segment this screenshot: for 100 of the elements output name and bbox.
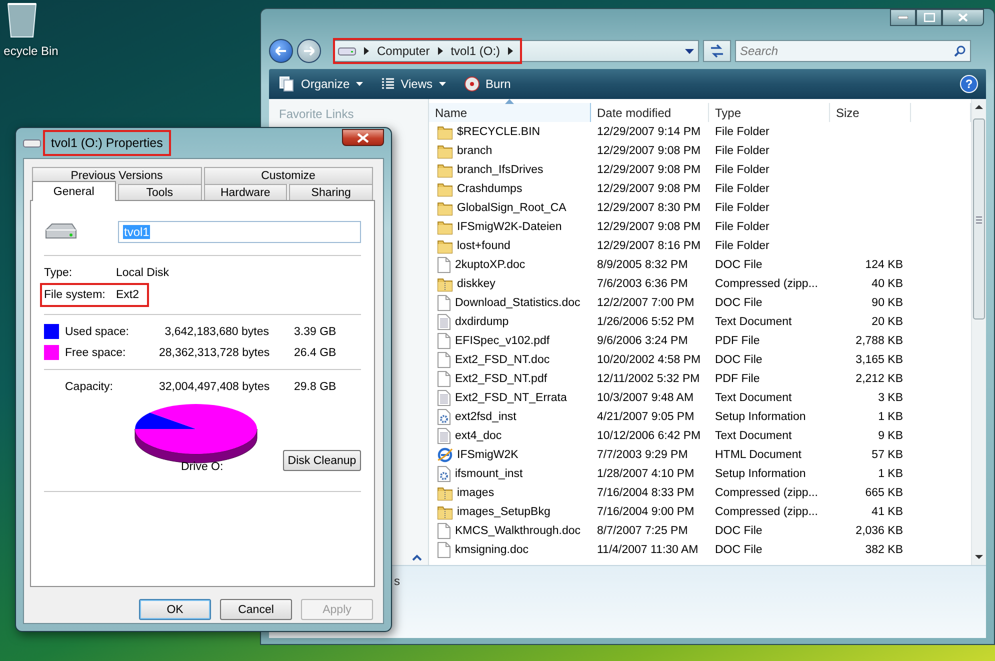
chevron-icon[interactable] bbox=[508, 47, 514, 55]
table-cell-text: 12/29/2007 9:08 PM bbox=[596, 164, 702, 176]
folders-label[interactable]: s bbox=[394, 574, 400, 588]
nav-heading: Favorite Links bbox=[279, 107, 355, 121]
file-name[interactable]: diskkey bbox=[457, 278, 496, 290]
close-button[interactable] bbox=[342, 129, 384, 146]
file-name[interactable]: KMCS_Walkthrough.doc bbox=[455, 524, 580, 536]
table-cell-text: 12/29/2007 9:08 PM bbox=[596, 144, 702, 156]
table-cell-text: 40 KB bbox=[870, 278, 904, 290]
minimize-button[interactable] bbox=[890, 9, 916, 26]
refresh-icon bbox=[709, 44, 725, 58]
table-cell-text: Setup Information bbox=[714, 410, 807, 422]
dropdown-arrow-icon[interactable] bbox=[685, 48, 694, 54]
table-cell-text: 57 KB bbox=[870, 448, 904, 460]
table-cell-text: File Folder bbox=[714, 220, 770, 232]
file-name[interactable]: ext4_doc bbox=[455, 430, 502, 442]
file-name[interactable]: images bbox=[457, 486, 494, 498]
file-name[interactable]: Ext2_FSD_NT_Errata bbox=[455, 392, 567, 404]
file-name[interactable]: ifsmount_inst bbox=[455, 468, 523, 480]
file-name[interactable]: dxdirdump bbox=[455, 316, 509, 328]
field-value: 29.8 GB bbox=[294, 380, 336, 392]
breadcrumb[interactable]: tvol1 (O:) bbox=[450, 44, 500, 58]
table-cell-text: 3,165 KB bbox=[854, 354, 904, 366]
table-cell-text: 12/29/2007 8:16 PM bbox=[596, 240, 702, 252]
table-cell-text: File Folder bbox=[714, 126, 770, 138]
field-value: Local Disk bbox=[116, 267, 170, 279]
table-cell-text: Text Document bbox=[714, 392, 793, 404]
close-button[interactable] bbox=[942, 9, 984, 26]
folder-icon bbox=[437, 142, 453, 158]
table-cell-text: 9/6/2006 3:24 PM bbox=[596, 334, 689, 346]
text-file-icon bbox=[437, 390, 451, 406]
back-button[interactable] bbox=[269, 39, 293, 63]
tab[interactable]: Customize bbox=[204, 167, 373, 184]
table-cell-text: DOC File bbox=[714, 354, 764, 366]
tab[interactable]: Hardware bbox=[204, 184, 288, 201]
file-name[interactable]: Crashdumps bbox=[457, 182, 522, 194]
maximize-button[interactable] bbox=[916, 9, 942, 26]
chevron-up-icon[interactable] bbox=[412, 554, 422, 561]
tab[interactable]: General bbox=[32, 181, 116, 201]
file-name[interactable]: GlobalSign_Root_CA bbox=[457, 202, 566, 214]
toolbar-button[interactable]: Burn bbox=[462, 74, 513, 94]
field-value: 3,642,183,680 bytes bbox=[164, 326, 269, 338]
folder-icon bbox=[437, 180, 453, 196]
table-cell-text: 10/12/2006 6:42 PM bbox=[596, 430, 702, 442]
disk-cleanup-button[interactable]: Disk Cleanup bbox=[283, 450, 361, 471]
dialog-button[interactable]: OK bbox=[139, 599, 211, 620]
file-name[interactable]: branch bbox=[457, 144, 492, 156]
chevron-icon[interactable] bbox=[438, 47, 443, 55]
address-bar[interactable]: Computer tvol1 (O:) bbox=[333, 40, 699, 62]
field-label: Capacity: bbox=[65, 380, 114, 392]
column-header[interactable]: Type bbox=[709, 103, 830, 122]
toolbar-button[interactable]: Views bbox=[378, 75, 448, 93]
table-cell-text: 12/11/2002 5:32 PM bbox=[596, 372, 701, 384]
column-header[interactable]: Date modified bbox=[591, 103, 709, 122]
close-icon bbox=[958, 13, 968, 22]
desktop-icon-label[interactable]: ecycle Bin bbox=[4, 44, 58, 58]
forward-button[interactable] bbox=[297, 39, 321, 63]
toolbar-button[interactable]: Organize bbox=[277, 74, 365, 94]
scrollbar[interactable] bbox=[971, 99, 986, 565]
field-label: Used space: bbox=[65, 326, 130, 338]
file-name[interactable]: IFSmigW2K bbox=[457, 448, 518, 460]
chevron-icon[interactable] bbox=[364, 47, 369, 55]
file-icon bbox=[437, 370, 451, 386]
file-name[interactable]: IFSmigW2K-Dateien bbox=[457, 220, 562, 232]
folder-icon bbox=[437, 124, 453, 140]
file-name[interactable]: kmsigning.doc bbox=[455, 544, 529, 556]
field-value: 32,004,497,408 bytes bbox=[159, 380, 269, 392]
forward-arrow-icon bbox=[303, 46, 315, 56]
help-button[interactable]: ? bbox=[960, 75, 978, 93]
table-cell-text: 10/3/2007 9:48 AM bbox=[596, 392, 695, 404]
file-name[interactable]: $RECYCLE.BIN bbox=[457, 126, 540, 138]
file-name[interactable]: 2kuptoXP.doc bbox=[455, 258, 526, 270]
search-field[interactable]: Search bbox=[735, 40, 971, 62]
file-name[interactable]: lost+found bbox=[457, 240, 510, 252]
file-name[interactable]: EFISpec_v102.pdf bbox=[455, 334, 550, 346]
dialog-button[interactable]: Cancel bbox=[220, 599, 292, 620]
file-name[interactable]: ext2fsd_inst bbox=[455, 410, 516, 422]
file-name[interactable]: Ext2_FSD_NT.doc bbox=[455, 354, 550, 366]
file-name[interactable]: Ext2_FSD_NT.pdf bbox=[455, 372, 548, 384]
drive-icon bbox=[23, 138, 41, 148]
file-name[interactable]: images_SetupBkg bbox=[457, 506, 550, 518]
table-cell-text: 12/29/2007 9:08 PM bbox=[596, 220, 702, 232]
maximize-icon bbox=[924, 13, 934, 22]
table-cell-text: File Folder bbox=[714, 144, 770, 156]
table-cell-text: 10/20/2002 4:58 PM bbox=[596, 354, 702, 366]
tab[interactable]: Sharing bbox=[289, 184, 373, 201]
zipped-folder-icon bbox=[437, 276, 453, 292]
drive-icon bbox=[338, 46, 356, 56]
settings-file-icon bbox=[437, 408, 451, 424]
field-value: 28,362,313,728 bytes bbox=[159, 346, 269, 358]
search-icon[interactable] bbox=[954, 45, 966, 57]
file-name[interactable]: Download_Statistics.doc bbox=[455, 296, 580, 308]
tab[interactable]: Tools bbox=[118, 184, 202, 201]
file-name[interactable]: branch_IfsDrives bbox=[457, 164, 544, 176]
breadcrumb[interactable]: Computer bbox=[377, 44, 430, 58]
refresh-button[interactable] bbox=[703, 40, 731, 62]
table-cell-text: PDF File bbox=[714, 334, 761, 346]
tab[interactable]: Previous Versions bbox=[32, 167, 202, 184]
table-cell-text: 9 KB bbox=[877, 430, 904, 442]
column-header[interactable]: Size bbox=[830, 103, 911, 122]
